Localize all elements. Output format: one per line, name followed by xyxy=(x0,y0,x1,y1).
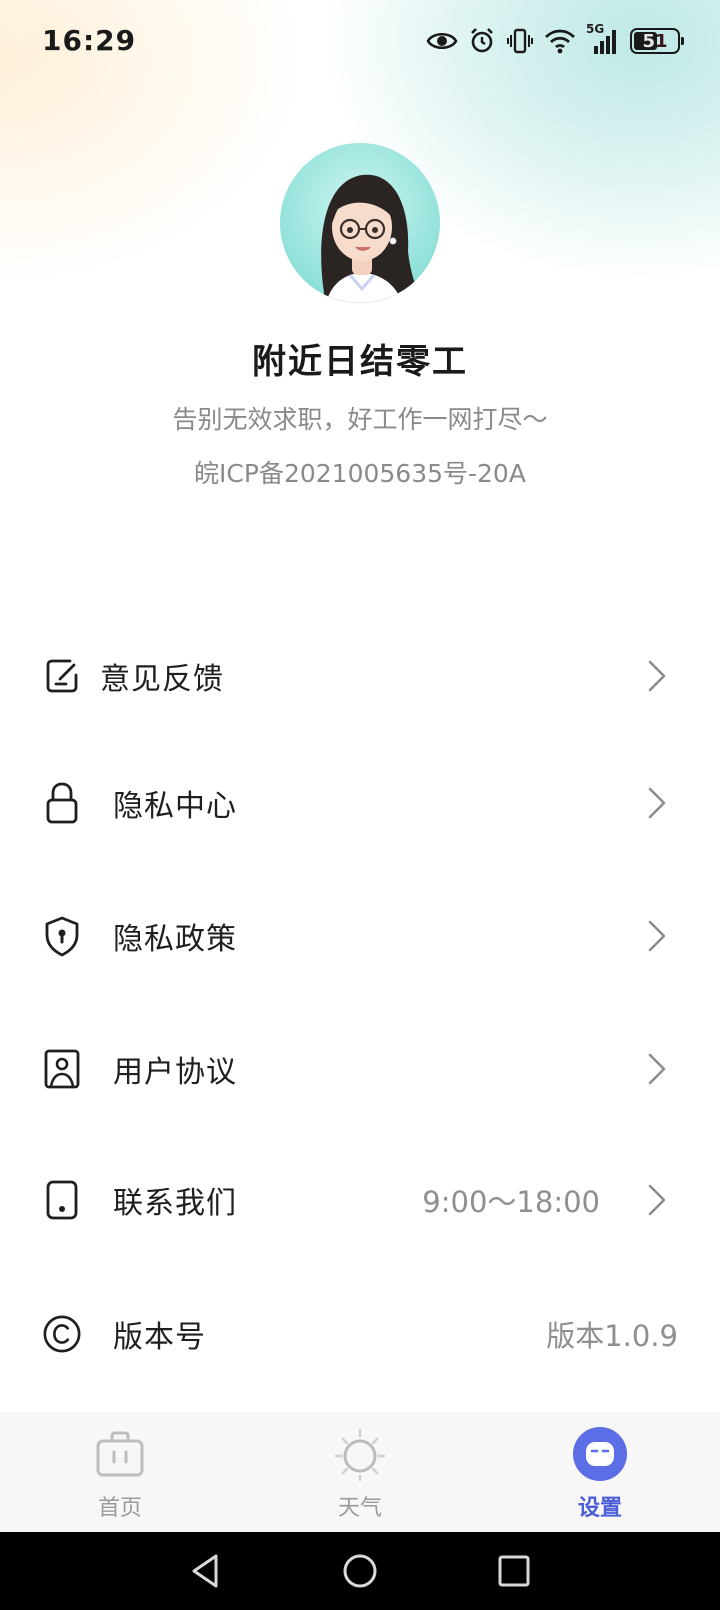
phone-icon xyxy=(42,1178,82,1222)
system-navigation-bar xyxy=(0,1532,720,1610)
user-agreement-icon xyxy=(42,1047,82,1091)
menu-item-privacy-policy[interactable]: 隐私政策 xyxy=(0,896,720,976)
vibrate-icon xyxy=(506,27,534,55)
battery-level: 51 xyxy=(642,30,668,52)
feedback-icon xyxy=(42,654,82,698)
service-hours: 9:00～18:00 xyxy=(422,1185,600,1219)
menu-item-feedback[interactable]: 意见反馈 xyxy=(0,636,720,716)
menu-label-privacy-center: 隐私中心 xyxy=(113,789,237,824)
menu-item-privacy-center[interactable]: 隐私中心 xyxy=(0,763,720,843)
status-bar: 16:29 5G 51 xyxy=(0,0,720,84)
sun-icon xyxy=(332,1426,388,1482)
menu-label-feedback: 意见反馈 xyxy=(100,662,224,697)
menu-item-version: 版本号 版本1.0.9 xyxy=(0,1294,720,1374)
menu-label-privacy-policy: 隐私政策 xyxy=(113,922,237,957)
tab-label-settings: 设置 xyxy=(577,1496,622,1521)
back-icon[interactable] xyxy=(186,1551,226,1591)
bottom-tab-bar: 首页 天气 设置 xyxy=(0,1412,720,1532)
copyright-icon xyxy=(42,1312,82,1356)
status-time: 16:29 xyxy=(42,24,137,57)
recents-icon[interactable] xyxy=(494,1551,534,1591)
status-icons: 5G 51 xyxy=(426,22,684,58)
version-number: 版本1.0.9 xyxy=(546,1319,678,1353)
chevron-right-icon xyxy=(644,1182,670,1218)
lock-icon xyxy=(42,781,82,825)
cellular-5g-icon: 5G xyxy=(586,22,620,56)
tab-label-weather: 天气 xyxy=(337,1496,382,1521)
home-icon[interactable] xyxy=(340,1551,380,1591)
icp-number: 皖ICP备2021005635号-20A xyxy=(194,459,526,488)
battery-icon: 51 xyxy=(630,28,684,54)
app-title: 附近日结零工 xyxy=(252,342,468,382)
menu-item-contact-us[interactable]: 联系我们 9:00～18:00 xyxy=(0,1160,720,1240)
wifi-icon xyxy=(544,28,576,54)
menu-label-version: 版本号 xyxy=(113,1320,206,1355)
menu-label-contact-us: 联系我们 xyxy=(113,1186,237,1221)
briefcase-icon xyxy=(92,1426,148,1482)
shield-icon xyxy=(42,914,82,958)
settings-face-icon xyxy=(572,1426,628,1482)
chevron-right-icon xyxy=(644,785,670,821)
app-slogan: 告别无效求职，好工作一网打尽～ xyxy=(172,405,548,434)
tab-settings[interactable]: 设置 xyxy=(540,1412,660,1532)
tab-home[interactable]: 首页 xyxy=(60,1412,180,1532)
chevron-right-icon xyxy=(644,918,670,954)
eye-icon xyxy=(426,30,458,52)
tab-weather[interactable]: 天气 xyxy=(300,1412,420,1532)
menu-label-user-agreement: 用户协议 xyxy=(113,1055,237,1090)
chevron-right-icon xyxy=(644,658,670,694)
menu-item-user-agreement[interactable]: 用户协议 xyxy=(0,1029,720,1109)
alarm-icon xyxy=(468,27,496,55)
chevron-right-icon xyxy=(644,1051,670,1087)
avatar xyxy=(280,143,440,303)
tab-label-home: 首页 xyxy=(97,1496,142,1521)
